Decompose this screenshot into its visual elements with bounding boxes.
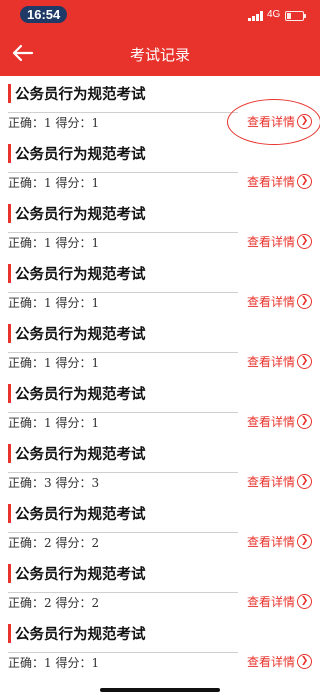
record-item: 公务员行为规范考试正确：1 得分：1 查看详情 ❯ [0, 378, 320, 438]
view-details-button[interactable]: 查看详情 ❯ [247, 532, 312, 550]
record-title: 公务员行为规范考试 [15, 627, 146, 643]
chevron-right-circle-icon: ❯ [297, 593, 312, 609]
view-details-label: 查看详情 [246, 234, 295, 249]
view-details-label: 查看详情 [246, 654, 295, 669]
record-score: 正确：1 得分：1 [8, 116, 100, 130]
view-details-button[interactable]: 查看详情 ❯ [247, 472, 312, 490]
title-accent-bar [8, 384, 11, 403]
divider [8, 172, 238, 173]
record-score: 正确：2 得分：2 [8, 536, 100, 550]
record-item: 公务员行为规范考试正确：2 得分：2 查看详情 ❯ [0, 498, 320, 558]
title-accent-bar [8, 204, 11, 223]
record-title: 公务员行为规范考试 [15, 147, 146, 163]
divider [8, 532, 238, 533]
record-score: 正确：1 得分：1 [8, 416, 100, 430]
record-score: 正确：1 得分：1 [8, 356, 100, 370]
record-title: 公务员行为规范考试 [15, 447, 146, 463]
view-details-label: 查看详情 [246, 294, 295, 309]
view-details-label: 查看详情 [246, 474, 295, 489]
divider [8, 412, 238, 413]
record-item: 公务员行为规范考试正确：1 得分：1 查看详情 ❯ [0, 198, 320, 258]
record-score: 正确：1 得分：1 [8, 176, 100, 190]
highlight-annotation [227, 99, 320, 145]
divider [8, 292, 238, 293]
battery-icon [285, 11, 306, 21]
view-details-button[interactable]: 查看详情 ❯ [247, 352, 312, 370]
record-item: 公务员行为规范考试正确：1 得分：1 查看详情 ❯ [0, 318, 320, 378]
record-score: 正确：3 得分：3 [8, 476, 100, 490]
page-title: 考试记录 [129, 46, 190, 64]
view-details-label: 查看详情 [246, 174, 295, 189]
view-details-button[interactable]: 查看详情 ❯ [247, 592, 312, 610]
nav-bar: 考试记录 [0, 30, 320, 76]
view-details-label: 查看详情 [246, 534, 295, 549]
view-details-label: 查看详情 [246, 354, 295, 369]
title-accent-bar [8, 624, 11, 643]
record-title: 公务员行为规范考试 [15, 327, 146, 343]
signal-icon [248, 11, 264, 21]
chevron-right-circle-icon: ❯ [297, 653, 312, 669]
title-accent-bar [8, 144, 11, 163]
record-title: 公务员行为规范考试 [15, 267, 146, 283]
view-details-button[interactable]: 查看详情 ❯ [247, 412, 312, 430]
title-accent-bar [8, 264, 11, 283]
title-accent-bar [8, 324, 11, 343]
divider [8, 352, 238, 353]
chevron-right-circle-icon: ❯ [297, 233, 312, 249]
view-details-label: 查看详情 [246, 414, 295, 429]
divider [8, 652, 238, 653]
view-details-button[interactable]: 查看详情 ❯ [247, 172, 312, 190]
title-accent-bar [8, 444, 11, 463]
status-time: 16:54 [20, 6, 68, 23]
divider [8, 592, 238, 593]
record-score: 正确：1 得分：1 [8, 656, 100, 670]
title-accent-bar [8, 564, 11, 583]
divider [8, 112, 238, 113]
record-title: 公务员行为规范考试 [15, 207, 146, 223]
chevron-right-circle-icon: ❯ [297, 353, 312, 369]
record-score: 正确：2 得分：2 [8, 596, 100, 610]
record-title: 公务员行为规范考试 [15, 507, 146, 523]
chevron-right-circle-icon: ❯ [297, 533, 312, 549]
view-details-button[interactable]: 查看详情 ❯ [247, 232, 312, 250]
record-item: 公务员行为规范考试正确：1 得分：1 查看详情 ❯ [0, 138, 320, 198]
record-score: 正确：1 得分：1 [8, 296, 100, 310]
status-bar: 16:54 4G [0, 0, 320, 30]
home-indicator [100, 688, 220, 692]
view-details-button[interactable]: 查看详情 ❯ [247, 292, 312, 310]
record-title: 公务员行为规范考试 [15, 87, 146, 103]
chevron-right-circle-icon: ❯ [297, 173, 312, 189]
record-title: 公务员行为规范考试 [15, 387, 146, 403]
divider [8, 472, 238, 473]
record-score: 正确：1 得分：1 [8, 236, 100, 250]
network-label: 4G [267, 9, 281, 20]
divider [8, 232, 238, 233]
record-title: 公务员行为规范考试 [15, 567, 146, 583]
view-details-label: 查看详情 [246, 594, 295, 609]
title-accent-bar [8, 504, 11, 523]
chevron-right-circle-icon: ❯ [297, 473, 312, 489]
chevron-right-circle-icon: ❯ [297, 293, 312, 309]
record-item: 公务员行为规范考试正确：2 得分：2 查看详情 ❯ [0, 558, 320, 618]
title-accent-bar [8, 84, 11, 103]
view-details-button[interactable]: 查看详情 ❯ [247, 652, 312, 670]
record-item: 公务员行为规范考试正确：3 得分：3 查看详情 ❯ [0, 438, 320, 498]
chevron-right-circle-icon: ❯ [297, 413, 312, 429]
record-item: 公务员行为规范考试正确：1 得分：1 查看详情 ❯ [0, 618, 320, 678]
record-item: 公务员行为规范考试正确：1 得分：1 查看详情 ❯ [0, 258, 320, 318]
